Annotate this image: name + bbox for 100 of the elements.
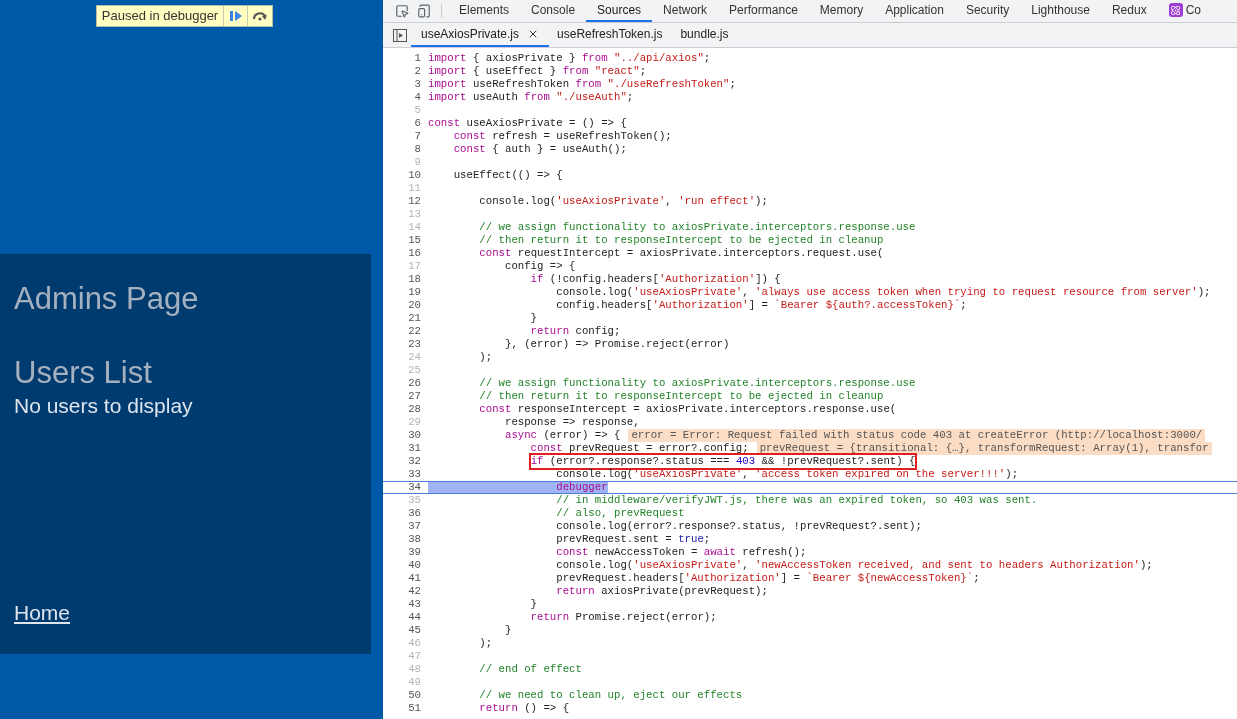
code-line: useEffect(() => { [452,169,563,182]
panel-tab[interactable]: Lighthouse [1020,0,1101,22]
panel-tab[interactable]: Network [652,0,719,22]
code-line: // we assign functionality to axiosPrivate.interceptors.response.use [478,221,916,234]
line-number: 44 [407,611,422,624]
line-number: 23 [407,338,422,351]
code-line: console.log('useAxiosPrivate', 'run effect'); [478,195,768,208]
code-line: const requestIntercept = axiosPrivate.interceptors.request.use( [478,247,884,260]
line-number: 27 [407,390,422,403]
line-number: 33 [407,468,422,481]
line-number: 34 [407,482,422,493]
line-number: 32 [407,455,422,468]
line-number: 49 [407,676,422,689]
file-tab[interactable]: useAxiosPrivate.js [411,23,550,47]
code-line: // also, prevRequest [555,507,685,520]
panel-tab[interactable]: Co [1157,0,1212,22]
value-preview: prevRequest = {transitional: {…}, transformRequest: Array(1), transfor [756,442,1212,455]
panel-tab[interactable]: Redux [1100,0,1158,22]
line-number: 7 [413,130,422,143]
line-number: 30 [407,429,422,442]
line-number: 2 [413,65,422,78]
line-number: 25 [407,364,422,377]
code-line: // in middleware/verifyJWT.js, there was an expired token, so 403 was sent. [555,494,1038,507]
value-preview: error = Error: Request failed with status code 403 at createError (http://localhost:3000/ [628,429,1206,442]
panel-tab[interactable]: Elements [448,0,521,22]
panel-tab[interactable]: Memory [808,0,875,22]
line-number: 42 [407,585,422,598]
badge-label: Paused in debugger [96,6,225,26]
code-line: ); [478,637,493,650]
code-line: // then return it to responseIntercept to be ejected in cleanup [478,390,884,403]
code-line: const refresh = useRefreshToken(); [452,130,672,143]
code-line: prevRequest.headers['Authorization'] = `Bearer ${newAccessToken}`; [555,572,980,585]
panel-tab[interactable]: Application [874,0,955,22]
code-line: const { auth } = useAuth(); [452,143,627,156]
line-number: 35 [407,494,422,507]
home-link[interactable]: Home [14,601,71,625]
file-tab[interactable]: bundle.js [672,23,763,47]
code-line: response => response, [503,416,640,429]
code-line: console.log('useAxiosPrivate', 'access token expired on the server!!!'); [555,468,1019,481]
line-number: 31 [407,442,422,455]
code-line: const prevRequest = error?.config; [529,442,749,455]
panel-tab[interactable]: Performance [718,0,809,22]
code-line: return axiosPrivate(prevRequest); [555,585,768,598]
section-heading: Users List [14,354,153,392]
line-number: 38 [407,533,422,546]
line-number: 13 [407,208,422,221]
code-line: import { axiosPrivate } from "../api/axios"; [428,52,711,65]
line-number: 39 [407,546,422,559]
code-line: } [529,598,538,611]
line-number: 37 [407,520,422,533]
code-line: if (error?.response?.status === 403 && !prevRequest?.sent) { [530,455,916,468]
line-number: 22 [407,325,422,338]
code-line: // we assign functionality to axiosPrivate.interceptors.response.use [478,377,916,390]
atom-icon [1168,3,1183,17]
line-number: 10 [407,169,422,182]
code-line: // end of effect [478,663,582,676]
line-number: 36 [407,507,422,520]
code-line: const responseIntercept = axiosPrivate.interceptors.response.use( [478,403,897,416]
line-number: 18 [407,273,422,286]
page-heading: Admins Page [14,280,200,318]
code-line: async (error) => { [503,429,621,442]
code-line: const useAxiosPrivate = () => { [428,117,627,130]
line-number: 14 [407,221,422,234]
code-line: console.log(error?.response?.status, !prevRequest?.sent); [555,520,922,533]
empty-message: No users to display [14,393,194,419]
code-line: console.log('useAxiosPrivate', 'always use access token when trying to request resource from server'); [555,286,1211,299]
code-line: return () => { [478,702,570,715]
line-number: 51 [407,702,422,715]
line-number: 50 [407,689,422,702]
line-number: 21 [407,312,422,325]
code-line: return config; [529,325,621,338]
file-tab[interactable]: useRefreshToken.js [549,23,673,47]
code-line: prevRequest.sent = true; [555,533,711,546]
code-line: import useAuth from "./useAuth"; [428,91,634,104]
code-line: import { useEffect } from "react"; [428,65,647,78]
code-line: config => { [503,260,576,273]
line-number: 20 [407,299,422,312]
line-number: 8 [413,143,422,156]
code-line: ); [478,351,493,364]
line-number: 3 [413,78,422,91]
code-line: }, (error) => Promise.reject(error) [503,338,730,351]
line-number: 40 [407,559,422,572]
panel-tab[interactable]: Console [520,0,587,22]
line-number: 1 [413,52,422,65]
panel-tab[interactable]: Security [954,0,1021,22]
line-number: 5 [413,104,422,117]
line-number: 4 [413,91,422,104]
code-line: const newAccessToken = await refresh(); [555,546,807,559]
code-line: // we need to clean up, eject our effects [478,689,743,702]
line-number: 28 [407,403,422,416]
line-number: 19 [407,286,422,299]
line-number: 43 [407,598,422,611]
line-number: 15 [407,234,422,247]
resume-icon [228,10,243,22]
line-number: 12 [407,195,422,208]
line-number: 29 [407,416,422,429]
code-line: config.headers['Authorization'] = `Bearer ${auth?.accessToken}`; [555,299,967,312]
code-line: } [529,312,538,325]
step-over-icon [252,11,269,21]
line-number: 46 [407,637,422,650]
